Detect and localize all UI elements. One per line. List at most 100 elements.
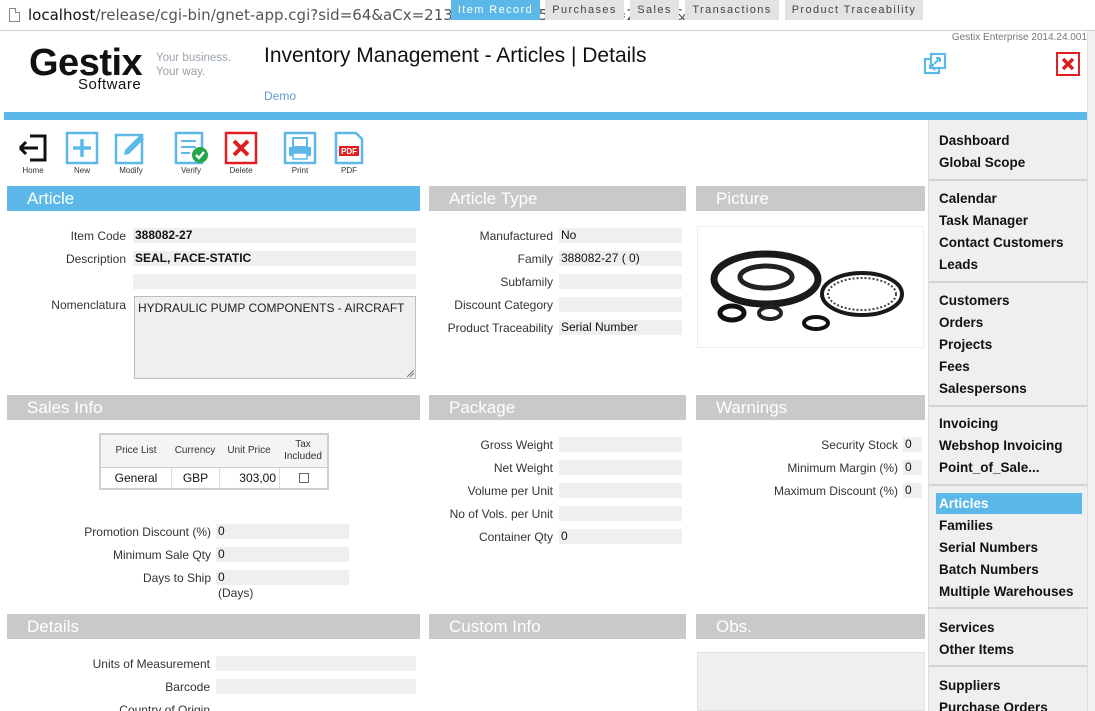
sidebar-item-orders[interactable]: Orders (939, 315, 983, 330)
tab-product-traceability[interactable]: Product Traceability (785, 0, 923, 20)
days-to-ship-field[interactable]: 0 (216, 570, 349, 585)
gross-weight-label: Gross Weight (480, 438, 553, 452)
resize-grip-icon[interactable] (407, 370, 414, 377)
net-weight-label: Net Weight (493, 461, 553, 475)
subfamily-field[interactable] (559, 274, 682, 289)
barcode-field[interactable] (216, 679, 416, 694)
vertical-scrollbar[interactable] (1087, 31, 1095, 711)
sidebar-item-batch-numbers[interactable]: Batch Numbers (939, 562, 1039, 577)
sidebar-item-task-manager[interactable]: Task Manager (939, 213, 1028, 228)
sidebar-item-webshop-invoicing[interactable]: Webshop Invoicing (939, 438, 1063, 453)
sidebar-item-families[interactable]: Families (939, 518, 993, 533)
item-code-label: Item Code (70, 229, 126, 243)
sidebar-item-multiple-warehouses[interactable]: Multiple Warehouses (939, 584, 1074, 599)
sidebar-item-serial-numbers[interactable]: Serial Numbers (939, 540, 1038, 555)
units-field[interactable] (216, 656, 416, 671)
tagline-line-1: Your business. (156, 52, 232, 64)
printer-icon (283, 131, 317, 165)
volume-label: Volume per Unit (467, 484, 553, 498)
family-label: Family (517, 252, 553, 266)
tax-included-checkbox[interactable] (299, 473, 309, 483)
min-margin-field[interactable]: 0 (903, 460, 922, 475)
max-discount-field[interactable]: 0 (903, 483, 922, 498)
section-article-type: Article Type (429, 186, 686, 211)
tax-included-header: Tax Included (279, 435, 327, 467)
traceability-field[interactable]: Serial Number (559, 320, 682, 335)
url-host: localhost (28, 6, 96, 24)
delete-button[interactable]: Delete (221, 131, 261, 175)
description-field-2[interactable] (133, 274, 416, 289)
description-label: Description (65, 252, 126, 266)
pdf-button[interactable]: PDF PDF (329, 131, 369, 175)
units-label: Units of Measurement (92, 657, 210, 671)
currency-cell: GBP (171, 467, 219, 488)
section-details: Details (7, 614, 420, 639)
pdf-label: PDF (341, 166, 357, 175)
sidebar-item-other-items[interactable]: Other Items (939, 642, 1014, 657)
price-table: Price List Currency Unit Price Tax Inclu… (99, 433, 329, 490)
tab-sales[interactable]: Sales (630, 0, 679, 20)
verify-button[interactable]: Verify (171, 131, 211, 175)
section-warnings: Warnings (696, 395, 925, 420)
sidebar-item-purchase-orders[interactable]: Purchase Orders (939, 700, 1048, 711)
discount-category-field[interactable] (559, 297, 682, 312)
sidebar-group-purchasing: Suppliers Purchase Orders (929, 667, 1088, 711)
sidebar-item-contact-customers[interactable]: Contact Customers (939, 235, 1064, 250)
sidebar-item-projects[interactable]: Projects (939, 337, 992, 352)
sidebar-group-services: Services Other Items (929, 609, 1088, 667)
company-name: Demo (264, 89, 297, 103)
close-icon[interactable] (1056, 52, 1080, 76)
price-list-header: Price List (101, 435, 171, 467)
vols-label: No of Vols. per Unit (449, 507, 553, 521)
container-qty-field[interactable]: 0 (559, 529, 682, 544)
subfamily-label: Subfamily (500, 275, 553, 289)
discount-category-label: Discount Category (454, 298, 553, 312)
sync-icon[interactable] (923, 52, 947, 76)
sidebar-item-leads[interactable]: Leads (939, 257, 978, 272)
vols-field[interactable] (559, 506, 682, 521)
sidebar-nav: Dashboard Global Scope Calendar Task Man… (928, 120, 1088, 711)
manufactured-label: Manufactured (479, 229, 553, 243)
volume-field[interactable] (559, 483, 682, 498)
sidebar-item-articles[interactable]: Articles (936, 493, 1082, 514)
family-field[interactable]: 388082-27 ( 0) (559, 251, 682, 266)
sidebar-item-fees[interactable]: Fees (939, 359, 970, 374)
gross-weight-field[interactable] (559, 437, 682, 452)
modify-button[interactable]: Modify (111, 131, 151, 175)
min-sale-qty-field[interactable]: 0 (216, 547, 349, 562)
obs-textarea[interactable] (697, 652, 925, 711)
section-sales-info: Sales Info (7, 395, 420, 420)
pencil-icon (114, 133, 144, 165)
manufactured-field[interactable]: No (559, 228, 682, 243)
sidebar-item-invoicing[interactable]: Invoicing (939, 416, 998, 431)
section-article: Article (7, 186, 420, 211)
sidebar-item-dashboard[interactable]: Dashboard (939, 133, 1010, 148)
sidebar-item-point-of-sale[interactable]: Point_of_Sale... (939, 460, 1040, 475)
pdf-badge-text: PDF (341, 147, 357, 156)
promotion-discount-field[interactable]: 0 (216, 524, 349, 539)
home-button[interactable]: Home (13, 131, 53, 175)
barcode-label: Barcode (165, 680, 210, 694)
security-stock-field[interactable]: 0 (903, 437, 922, 452)
sidebar-item-services[interactable]: Services (939, 620, 995, 635)
sidebar-item-salespersons[interactable]: Salespersons (939, 381, 1027, 396)
sidebar-item-global-scope[interactable]: Global Scope (939, 155, 1025, 170)
tab-purchases[interactable]: Purchases (545, 0, 624, 20)
item-code-field[interactable]: 388082-27 (133, 228, 416, 243)
days-unit-label: (Days) (218, 586, 254, 600)
sidebar-group-invoicing: Invoicing Webshop Invoicing Point_of_Sal… (929, 407, 1088, 486)
sidebar-item-calendar[interactable]: Calendar (939, 191, 997, 206)
net-weight-field[interactable] (559, 460, 682, 475)
country-label: Country of Origin (119, 703, 210, 711)
price-list-cell: General (101, 467, 171, 488)
description-field[interactable]: SEAL, FACE-STATIC (133, 251, 416, 266)
nomenclatura-textarea[interactable]: HYDRAULIC PUMP COMPONENTS - AIRCRAFT (134, 296, 416, 379)
tab-item-record[interactable]: Item Record (451, 0, 540, 20)
print-button[interactable]: Print (280, 131, 320, 175)
tab-transactions[interactable]: Transactions (685, 0, 779, 20)
sidebar-item-customers[interactable]: Customers (939, 293, 1010, 308)
pdf-icon: PDF (334, 131, 364, 165)
sidebar-item-suppliers[interactable]: Suppliers (939, 678, 1001, 693)
days-to-ship-label: Days to Ship (142, 571, 211, 585)
new-button[interactable]: New (62, 131, 102, 175)
